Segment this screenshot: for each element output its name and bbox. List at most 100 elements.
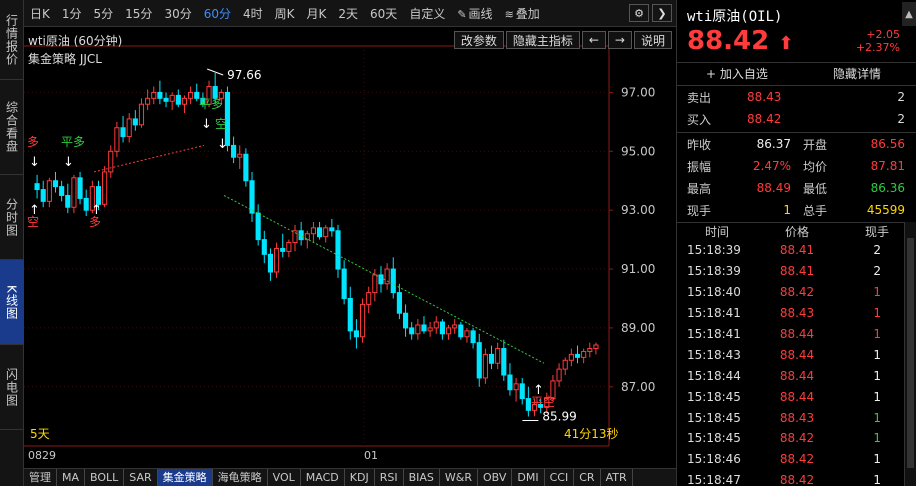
scroll-right-button[interactable]: → xyxy=(607,31,632,49)
period-60d[interactable]: 60天 xyxy=(364,5,403,22)
candle-body xyxy=(476,342,482,379)
ticks-scrollbar[interactable] xyxy=(904,222,916,486)
high-label: 97.66 xyxy=(227,68,261,82)
help-button[interactable]: 说明 xyxy=(633,31,672,49)
chart-buttons: 改参数 隐藏主指标 ← → 说明 xyxy=(453,31,672,49)
period-week[interactable]: 周K xyxy=(269,5,301,22)
candle-body xyxy=(390,268,396,294)
tick-row: 15:18:41 88.43 1 xyxy=(677,303,903,324)
tick-price: 88.44 xyxy=(779,389,815,404)
candle-body xyxy=(488,353,495,364)
tick-price: 88.44 xyxy=(779,327,815,341)
tick-qty: 1 xyxy=(873,347,881,362)
ticks-header: 时间 价格 现手 xyxy=(677,222,916,240)
candle-body xyxy=(65,194,71,208)
candle-body xyxy=(464,330,470,338)
candle-body xyxy=(372,274,378,294)
hide-detail-button[interactable]: 隐藏详情 xyxy=(797,63,916,85)
sell-label: 卖出 xyxy=(687,90,712,105)
candle-body xyxy=(317,227,323,238)
candle-body xyxy=(132,118,138,126)
hide-main-indicator-button[interactable]: 隐藏主指标 xyxy=(505,31,580,49)
instrument-title: wti原油(OIL) xyxy=(687,9,783,25)
indicator-tab[interactable]: OBV xyxy=(478,468,513,486)
candle-body xyxy=(347,297,353,332)
signal-kong-2-label: 空 xyxy=(215,117,227,131)
candle-body xyxy=(108,150,114,173)
prev-close-label: 昨收 xyxy=(687,137,712,152)
edit-params-button[interactable]: 改参数 xyxy=(453,31,504,49)
candle-body xyxy=(519,383,525,400)
candle-body xyxy=(71,177,77,208)
indicator-tab[interactable]: RSI xyxy=(375,468,404,486)
indicator-tab[interactable]: KDJ xyxy=(345,468,375,486)
indicator-tab[interactable]: MA xyxy=(57,468,86,486)
period-60m[interactable]: 60分 xyxy=(198,5,237,22)
layers-icon: ≋ xyxy=(504,7,514,21)
indicator-tab[interactable]: VOL xyxy=(268,468,301,486)
indicator-tab[interactable]: 管理 xyxy=(24,468,57,486)
ticks-scroll-thumb[interactable] xyxy=(907,238,914,468)
range-label: 5天 xyxy=(30,427,50,441)
settings-gear-icon[interactable]: ⚙ xyxy=(629,4,649,22)
candle-body xyxy=(83,197,89,211)
sidebar-item-kline[interactable]: K线图 xyxy=(0,260,24,345)
overlay-button[interactable]: ≋ 叠加 xyxy=(499,5,546,22)
tick-price: 88.42 xyxy=(779,473,815,486)
sidebar-item-flash[interactable]: 闪电图 xyxy=(0,345,24,430)
draw-line-button[interactable]: ✎ 画线 xyxy=(451,5,498,22)
indicator-tab[interactable]: SAR xyxy=(124,468,158,486)
scroll-left-button[interactable]: ← xyxy=(581,31,606,49)
signal-duo-2-arrow: ↑ xyxy=(91,203,102,218)
period-5m[interactable]: 5分 xyxy=(88,5,120,22)
kline-chart[interactable]: 97.00 95.00 93.00 91.00 89.00 87.00 97.66 85.99… xyxy=(24,28,676,468)
quote-panel: wti原油(OIL) ▲ 88.42 ⬆ +2.05 +2.37% + 加入自选… xyxy=(676,0,916,486)
indicator-tab[interactable]: 海龟策略 xyxy=(213,468,268,486)
indicator-tab[interactable]: W&R xyxy=(440,468,478,486)
candle-body xyxy=(274,247,280,273)
tick-qty: 1 xyxy=(873,389,881,404)
indicator-tab[interactable]: CR xyxy=(574,468,601,486)
sidebar-item-quotes[interactable]: 行情报价 xyxy=(0,0,24,80)
candle-body xyxy=(581,350,587,358)
tick-time: 15:18:41 xyxy=(687,306,741,321)
indicator-tab[interactable]: MACD xyxy=(301,468,345,486)
add-watchlist-button[interactable]: + 加入自选 xyxy=(677,63,797,85)
period-custom[interactable]: 自定义 xyxy=(403,5,451,22)
tick-row: 15:18:39 88.41 2 xyxy=(677,240,903,261)
sidebar-item-timeshare[interactable]: 分时图 xyxy=(0,175,24,260)
indicator-tab[interactable]: DMI xyxy=(512,468,545,486)
candle-body xyxy=(249,180,255,214)
candle-body xyxy=(415,324,421,335)
period-month[interactable]: 月K xyxy=(301,5,333,22)
ticks-list: 15:18:39 88.41 2 15:18:39 88.41 2 15:18:40 88.4… xyxy=(677,240,903,486)
indicator-tab[interactable]: CCI xyxy=(545,468,575,486)
period-15m[interactable]: 15分 xyxy=(119,5,158,22)
candle-body xyxy=(255,212,261,241)
tick-row: 15:18:47 88.42 1 xyxy=(677,470,903,486)
period-4h[interactable]: 4时 xyxy=(237,5,269,22)
candle-body xyxy=(280,247,286,252)
total-vol-label: 总手 xyxy=(803,203,828,218)
panel-scroll-up-icon[interactable]: ▲ xyxy=(902,2,916,26)
indicator-tab[interactable]: BOLL xyxy=(85,468,125,486)
period-2d[interactable]: 2天 xyxy=(332,5,364,22)
period-30m[interactable]: 30分 xyxy=(158,5,197,22)
candle-body xyxy=(126,118,132,138)
period-day[interactable]: 日K xyxy=(24,5,56,22)
collapse-panel-icon[interactable]: ❯ xyxy=(652,4,672,22)
y-tick-label: 97.00 xyxy=(621,85,655,99)
indicator-tab[interactable]: BIAS xyxy=(404,468,440,486)
candle-body xyxy=(421,324,427,332)
period-1m[interactable]: 1分 xyxy=(56,5,88,22)
kline-chart-area[interactable]: 97.00 95.00 93.00 91.00 89.00 87.00 97.66 85.99… xyxy=(24,28,676,468)
indicator-tab[interactable]: ATR xyxy=(601,468,633,486)
tick-qty: 1 xyxy=(873,431,881,446)
ticks-head-price: 价格 xyxy=(784,225,809,239)
tick-qty: 1 xyxy=(873,473,881,486)
candle-body xyxy=(181,97,188,105)
indicator-tab[interactable]: 集金策略 xyxy=(157,468,213,486)
tick-price: 88.42 xyxy=(779,431,815,446)
high-label: 最高 xyxy=(687,181,712,196)
sidebar-item-overview[interactable]: 综合看盘 xyxy=(0,80,24,175)
